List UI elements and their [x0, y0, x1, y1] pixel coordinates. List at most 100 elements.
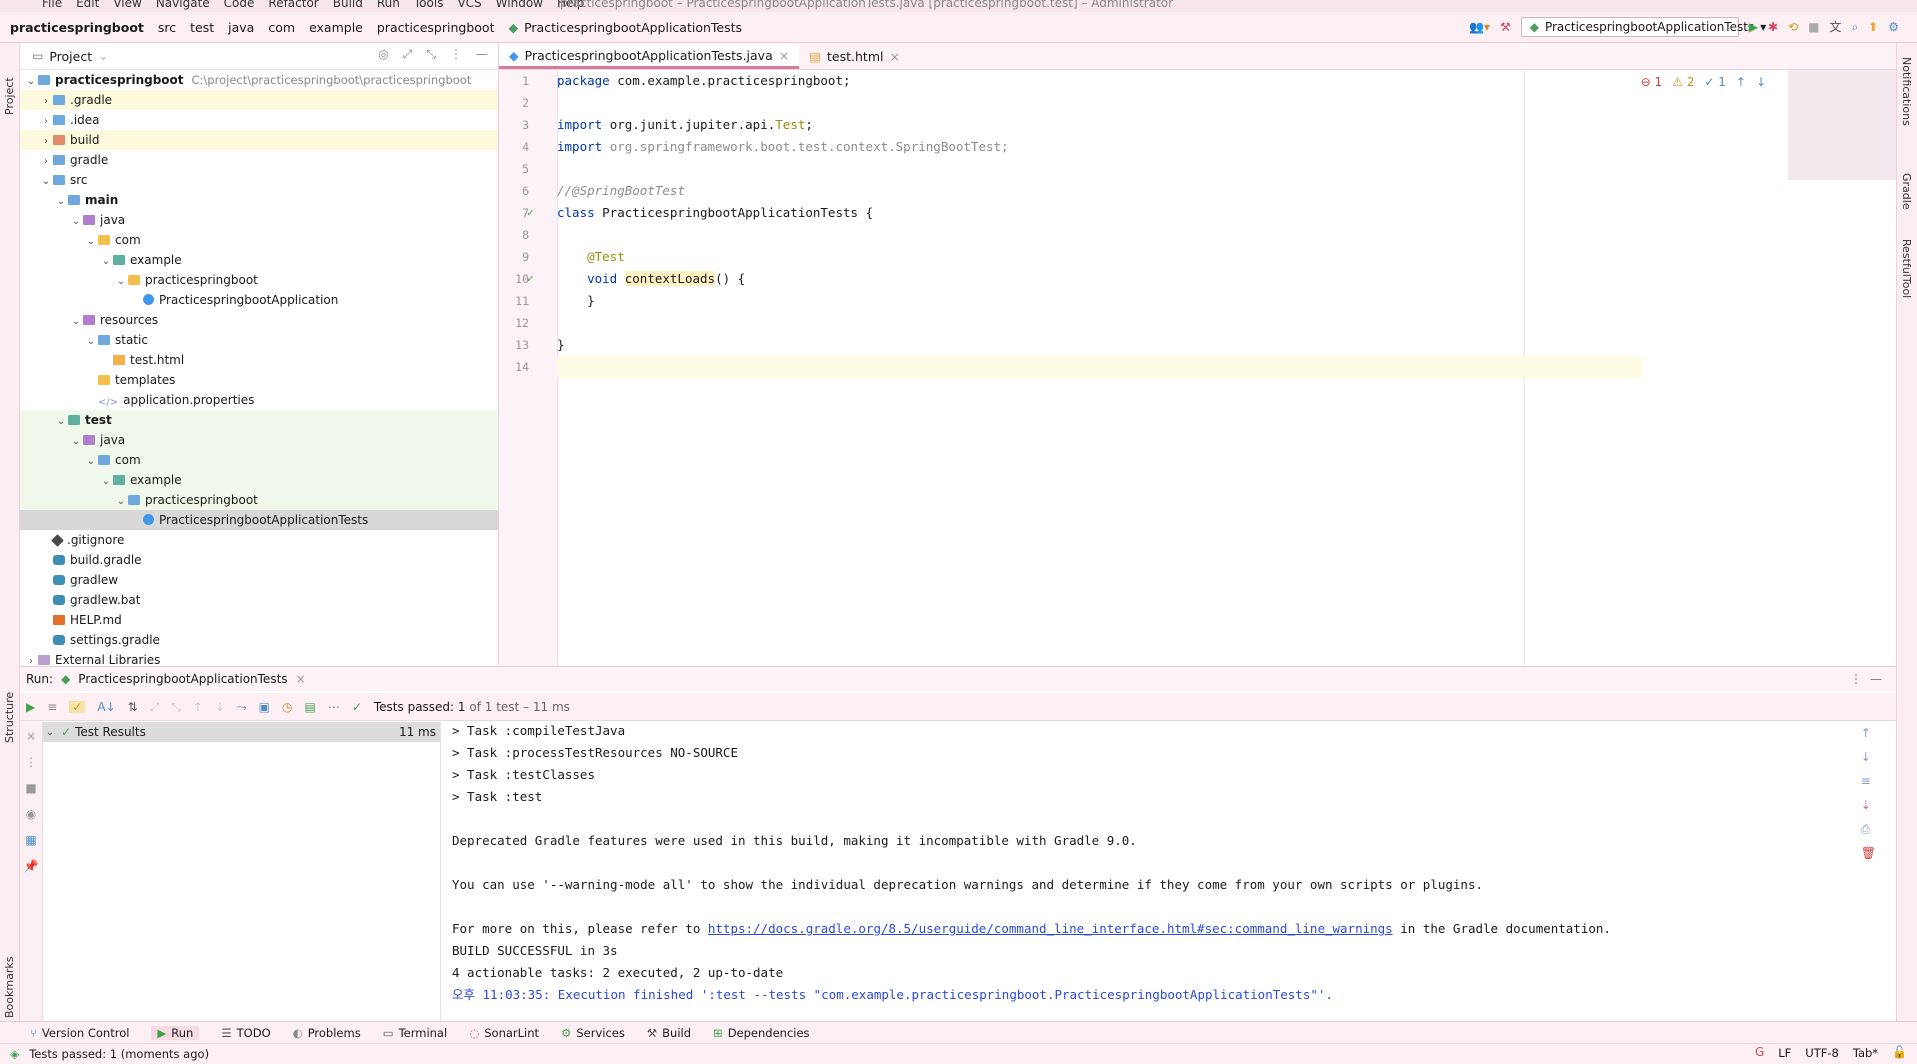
stop-icon[interactable]: ■ [25, 782, 36, 794]
tree-item[interactable]: gradlew.bat [20, 590, 498, 610]
toolwindow-dependencies[interactable]: ⊞ Dependencies [713, 1026, 809, 1040]
chevron-right-icon[interactable]: › [39, 92, 53, 112]
tree-item[interactable]: ⌄ java [20, 430, 498, 450]
test-file-icon[interactable]: ▤ [304, 701, 315, 713]
rerun-icon[interactable]: ▶ [26, 701, 35, 713]
show-passed-icon[interactable]: ✓ [69, 700, 86, 713]
restfultool-button[interactable]: RestfulTool [1900, 239, 1913, 298]
tree-item[interactable]: › gradle [20, 150, 498, 170]
import-icon[interactable]: ▣ [259, 701, 270, 713]
pin-icon[interactable]: 📌 [24, 860, 39, 872]
chevron-down-icon[interactable]: ⌄ [114, 272, 128, 292]
gradle-tool-button[interactable]: Gradle [1900, 173, 1913, 210]
test-run-gutter-icon[interactable]: ✓ [527, 202, 534, 224]
chevron-down-icon[interactable]: ⌄ [99, 252, 113, 272]
weak-warning-count[interactable]: ✓ 1 [1704, 75, 1726, 89]
toolwindow-run[interactable]: ▶ Run [151, 1025, 200, 1040]
update-icon[interactable]: ⬆ [1868, 21, 1878, 33]
more-options-icon[interactable]: ⋮ [450, 48, 462, 60]
toolwindow-sonarlint[interactable]: ◌ SonarLint [469, 1026, 539, 1040]
toolwindow-todo[interactable]: ☰ TODO [221, 1026, 270, 1040]
close-icon[interactable]: × [889, 49, 899, 64]
next-test-icon[interactable]: ↓ [215, 701, 225, 713]
sort-duration-icon[interactable]: ⇅ [128, 701, 138, 713]
lock-icon[interactable]: 🔓 [1892, 1046, 1907, 1060]
rerun-failed-icon[interactable]: ≡ [47, 701, 57, 713]
chevron-down-icon[interactable]: ⌄ [54, 192, 68, 212]
collapse-all-icon[interactable]: ⤡ [171, 701, 181, 713]
tree-item[interactable]: › .gradle [20, 90, 498, 110]
tree-item[interactable]: ⌄ example [20, 250, 498, 270]
status-message[interactable]: Tests passed: 1 (moments ago) [29, 1047, 209, 1061]
layers-icon[interactable]: ◈ [10, 1048, 19, 1060]
menu-refactor[interactable]: Refactor [268, 0, 318, 10]
tree-item[interactable]: › build [20, 130, 498, 150]
tree-item[interactable]: ⌄ test [20, 410, 498, 430]
more-icon[interactable]: ⋯ [328, 701, 340, 713]
breadcrumb-item[interactable]: com [268, 20, 295, 35]
debug-icon[interactable]: ✱ [1768, 21, 1778, 33]
code-content[interactable]: 1 package com.example.practicespringboot;… [515, 70, 1642, 378]
chevron-down-icon[interactable]: ⌄ [84, 452, 98, 472]
tree-item[interactable]: build.gradle [20, 550, 498, 570]
menu-run[interactable]: Run [377, 0, 400, 10]
tree-item[interactable]: gradlew [20, 570, 498, 590]
test-results-row[interactable]: ⌄ ✓ Test Results 11 ms [43, 722, 440, 742]
chevron-down-icon[interactable]: ⌄ [84, 232, 98, 252]
prev-test-icon[interactable]: ↑ [193, 701, 203, 713]
warning-count[interactable]: ⚠ 2 [1672, 75, 1694, 89]
file-encoding[interactable]: UTF-8 [1805, 1046, 1839, 1060]
arrow-down-icon[interactable]: ↓ [1756, 76, 1766, 88]
expand-all-icon[interactable]: ⤢ [150, 701, 160, 713]
tree-item[interactable]: </> application.properties [20, 390, 498, 410]
run-icon[interactable]: ▶ [1749, 21, 1758, 33]
indent-setting[interactable]: Tab* [1853, 1046, 1878, 1060]
layout-icon[interactable]: ▦ [25, 834, 36, 846]
tree-item[interactable]: › .idea [20, 110, 498, 130]
chevron-down-icon[interactable]: ⌄ [114, 492, 128, 512]
chevron-down-icon[interactable]: ⌄ [69, 212, 83, 232]
toolwindow-version-control[interactable]: ⑂ Version Control [30, 1026, 129, 1040]
chevron-down-icon[interactable]: ⌄ [54, 412, 68, 432]
sort-alpha-icon[interactable]: A↓ [97, 701, 115, 713]
translate-icon[interactable]: 文 [1829, 21, 1841, 33]
menu-edit[interactable]: Edit [76, 0, 99, 10]
google-icon[interactable]: G [1755, 1046, 1764, 1060]
breadcrumb-item[interactable]: example [309, 20, 363, 35]
tree-item[interactable]: ⌄ resources [20, 310, 498, 330]
tree-item[interactable]: test.html [20, 350, 498, 370]
menu-vcs[interactable]: VCS [457, 0, 481, 10]
menu-code[interactable]: Code [224, 0, 255, 10]
tree-item[interactable]: ⌄ static [20, 330, 498, 350]
hammer-icon[interactable]: ⚒ [1500, 21, 1511, 33]
chevron-down-icon[interactable]: ⌄ [69, 432, 83, 452]
stop-icon[interactable]: ■ [1808, 21, 1819, 33]
tree-item[interactable]: ⌄ java [20, 210, 498, 230]
arrow-up-icon[interactable]: ↑ [1736, 76, 1746, 88]
print-icon[interactable]: ⎙ [1861, 823, 1876, 835]
chevron-down-icon[interactable]: ⌄ [69, 312, 83, 332]
hide-panel-icon[interactable]: — [476, 48, 488, 60]
scroll-end-icon[interactable]: ⇣ [1861, 799, 1876, 811]
arrow-up-icon[interactable]: ↑ [1861, 727, 1876, 739]
chevron-right-icon[interactable]: › [39, 152, 53, 172]
chevron-right-icon[interactable]: › [39, 132, 53, 152]
minimap[interactable] [1788, 70, 1896, 180]
bookmarks-tool-button[interactable]: Bookmarks [3, 957, 16, 1018]
inspection-widget[interactable]: ⊖ 1 ⚠ 2 ✓ 1 ↑ ↓ [1641, 75, 1766, 89]
breadcrumb-item[interactable]: java [228, 20, 254, 35]
eye-icon[interactable]: ◉ [26, 808, 36, 820]
chevron-down-icon[interactable]: ⌄ [99, 472, 113, 492]
arrow-down-icon[interactable]: ↓ [1861, 751, 1876, 763]
chevron-down-icon[interactable]: ⌄ [43, 727, 57, 738]
breadcrumb-item[interactable]: PracticespringbootApplicationTests [524, 20, 742, 35]
menu-navigate[interactable]: Navigate [156, 0, 210, 10]
menu-view[interactable]: View [113, 0, 141, 10]
breadcrumb-item[interactable]: src [158, 20, 176, 35]
breadcrumb-item[interactable]: practicespringboot [377, 20, 495, 35]
trash-icon[interactable]: 🗑 [1861, 847, 1876, 859]
chevron-down-icon[interactable]: ⌄ [98, 50, 108, 62]
tree-root[interactable]: ⌄ practicespringboot C:\project\practicesp… [20, 70, 498, 90]
menu-file[interactable]: File [42, 0, 62, 10]
clear-icon[interactable]: ⨯ [26, 730, 36, 742]
